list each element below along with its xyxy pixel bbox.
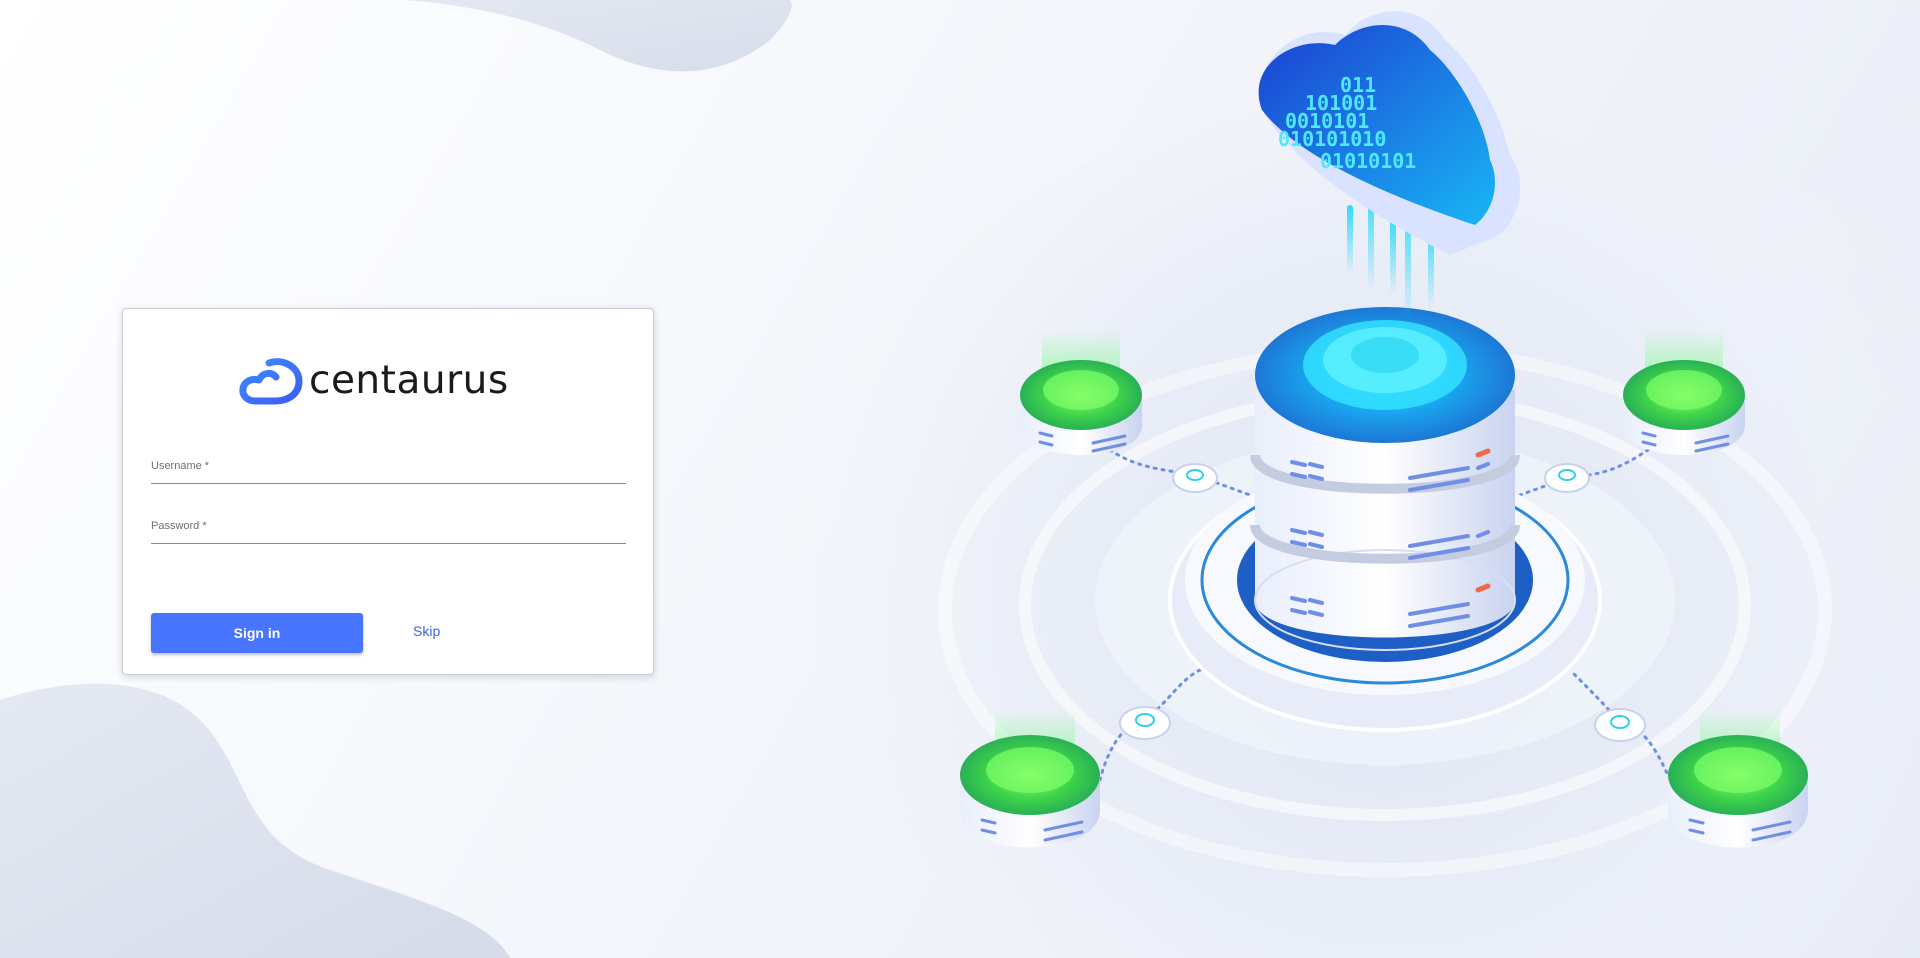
password-field[interactable]: Password * <box>151 517 626 544</box>
skip-link[interactable]: Skip <box>413 623 440 639</box>
brand-logo: centaurus <box>239 355 509 407</box>
cloud-logo-icon <box>239 358 303 405</box>
username-field[interactable]: Username * <box>151 457 626 484</box>
main-server <box>1250 307 1520 651</box>
sign-in-button[interactable]: Sign in <box>151 613 363 653</box>
username-input[interactable] <box>151 467 626 483</box>
svg-text:01010101: 01010101 <box>1320 149 1416 173</box>
login-card: centaurus Username * Password * Sign in … <box>122 308 654 675</box>
brand-name: centaurus <box>309 358 509 403</box>
password-input[interactable] <box>151 527 626 543</box>
svg-text:010101010: 010101010 <box>1278 127 1386 151</box>
